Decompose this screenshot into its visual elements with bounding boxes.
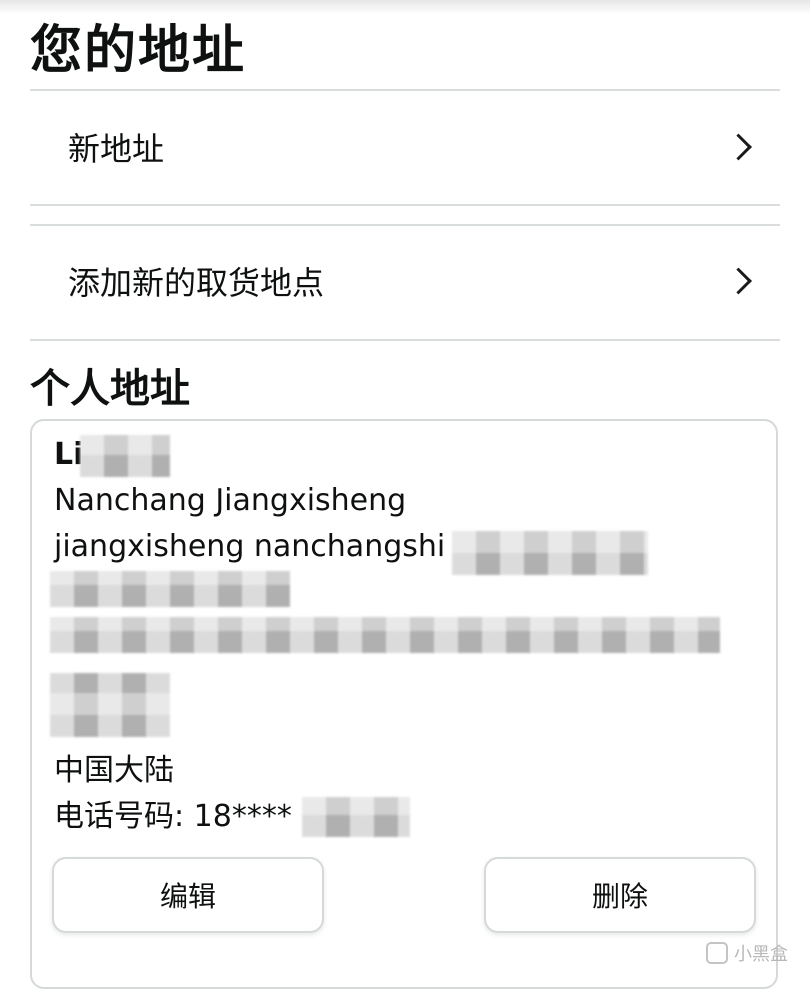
- redacted-block: [302, 797, 410, 837]
- new-address-row[interactable]: 新地址: [30, 92, 780, 202]
- address-district-line: jiangxisheng nanchangshi: [54, 529, 446, 564]
- watermark: 小黑盒: [706, 940, 788, 966]
- address-city-line: Nanchang Jiangxisheng: [54, 483, 407, 518]
- redacted-block: [50, 673, 170, 737]
- address-phone: 电话号码: 18****: [54, 799, 292, 834]
- section-title: 个人地址: [30, 366, 190, 412]
- divider: [30, 89, 780, 91]
- watermark-text: 小黑盒: [734, 944, 788, 965]
- redacted-block: [452, 531, 648, 575]
- redacted-block: [50, 571, 290, 607]
- new-address-label: 新地址: [68, 130, 165, 168]
- page-title: 您的地址: [30, 21, 247, 81]
- redacted-block: [50, 617, 720, 653]
- add-pickup-row[interactable]: 添加新的取货地点: [30, 226, 780, 336]
- edit-button[interactable]: 编辑: [52, 857, 324, 933]
- divider: [30, 204, 780, 206]
- heybox-logo-icon: [706, 942, 728, 964]
- delete-button[interactable]: 删除: [484, 857, 756, 933]
- divider: [30, 339, 780, 341]
- add-pickup-label: 添加新的取货地点: [68, 264, 325, 302]
- redacted-block: [80, 435, 170, 477]
- chevron-right-icon: [725, 267, 752, 295]
- address-country: 中国大陆: [54, 753, 174, 788]
- address-name: Li: [54, 437, 84, 472]
- chevron-right-icon: [725, 133, 752, 161]
- address-card: Li Nanchang Jiangxisheng jiangxisheng na…: [30, 419, 778, 989]
